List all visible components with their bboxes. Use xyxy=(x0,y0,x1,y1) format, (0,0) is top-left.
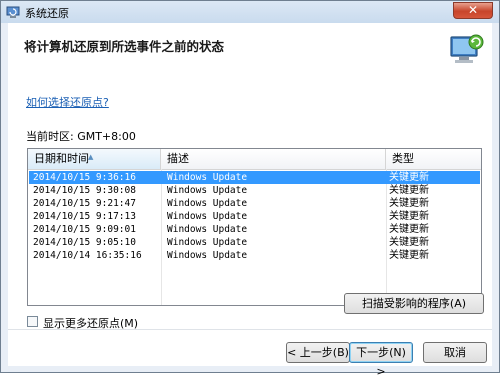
row-description: Windows Update xyxy=(167,211,248,222)
column-header-date-label: 日期和时间 xyxy=(34,152,89,165)
row-date: 2014/10/15 9:05:10 xyxy=(33,237,136,248)
table-row[interactable]: 2014/10/15 9:21:47 Windows Update 关键更新 xyxy=(29,197,480,210)
column-header-description[interactable]: 描述 xyxy=(161,149,386,169)
row-date: 2014/10/14 16:35:16 xyxy=(33,250,142,261)
restore-point-list[interactable]: 日期和时间 ▲ 描述 类型 2014/10/15 9:36:16 Windows… xyxy=(27,148,482,306)
page-heading: 将计算机还原到所选事件之前的状态 xyxy=(24,39,225,54)
row-description: Windows Update xyxy=(167,250,248,261)
row-date: 2014/10/15 9:09:01 xyxy=(33,224,136,235)
footer-divider xyxy=(8,329,492,330)
table-row[interactable]: 2014/10/15 9:09:01 Windows Update 关键更新 xyxy=(29,223,480,236)
header-band: 将计算机还原到所选事件之前的状态 xyxy=(8,23,492,78)
row-type: 关键更新 xyxy=(389,224,429,235)
row-date: 2014/10/15 9:17:13 xyxy=(33,211,136,222)
row-type: 关键更新 xyxy=(389,172,429,183)
table-row[interactable]: 2014/10/15 9:17:13 Windows Update 关键更新 xyxy=(29,210,480,223)
back-button[interactable]: < 上一步(B) xyxy=(286,342,350,363)
next-button[interactable]: 下一步(N) > xyxy=(349,342,413,378)
row-type: 关键更新 xyxy=(389,198,429,209)
system-restore-window: 系统还原 ✕ 将计算机还原到所选事件之前的状态 如何选择还原点? 当前时区: G… xyxy=(0,0,500,378)
row-description: Windows Update xyxy=(167,172,248,183)
table-row[interactable]: 2014/10/14 16:35:16 Windows Update 关键更新 xyxy=(29,249,480,262)
table-row[interactable]: 2014/10/15 9:05:10 Windows Update 关键更新 xyxy=(29,236,480,249)
window-title: 系统还原 xyxy=(25,7,69,20)
timezone-label: 当前时区: GMT+8:00 xyxy=(26,130,136,143)
sort-arrow-icon: ▲ xyxy=(88,153,94,161)
scan-affected-programs-button[interactable]: 扫描受影响的程序(A) xyxy=(344,293,484,314)
row-description: Windows Update xyxy=(167,198,248,209)
table-row[interactable]: 2014/10/15 9:30:08 Windows Update 关键更新 xyxy=(29,184,480,197)
row-description: Windows Update xyxy=(167,224,248,235)
list-header: 日期和时间 ▲ 描述 类型 xyxy=(28,149,481,170)
row-description: Windows Update xyxy=(167,237,248,248)
column-header-type[interactable]: 类型 xyxy=(386,149,481,169)
restore-computer-icon xyxy=(450,34,484,63)
row-type: 关键更新 xyxy=(389,185,429,196)
title-bar[interactable]: 系统还原 ✕ xyxy=(1,1,499,23)
help-link[interactable]: 如何选择还原点? xyxy=(26,94,109,110)
column-header-date[interactable]: 日期和时间 ▲ xyxy=(28,149,161,169)
row-date: 2014/10/15 9:21:47 xyxy=(33,198,136,209)
row-description: Windows Update xyxy=(167,185,248,196)
row-type: 关键更新 xyxy=(389,237,429,248)
row-type: 关键更新 xyxy=(389,211,429,222)
row-date: 2014/10/15 9:36:16 xyxy=(33,172,136,183)
row-type: 关键更新 xyxy=(389,250,429,261)
cancel-button[interactable]: 取消 xyxy=(423,342,487,363)
dialog-content: 将计算机还原到所选事件之前的状态 如何选择还原点? 当前时区: GMT+8:00… xyxy=(8,23,492,378)
system-restore-icon xyxy=(6,6,20,18)
show-more-checkbox[interactable] xyxy=(27,316,38,327)
row-date: 2014/10/15 9:30:08 xyxy=(33,185,136,196)
table-row[interactable]: 2014/10/15 9:36:16 Windows Update 关键更新 xyxy=(29,171,480,184)
close-button[interactable]: ✕ xyxy=(453,2,493,19)
